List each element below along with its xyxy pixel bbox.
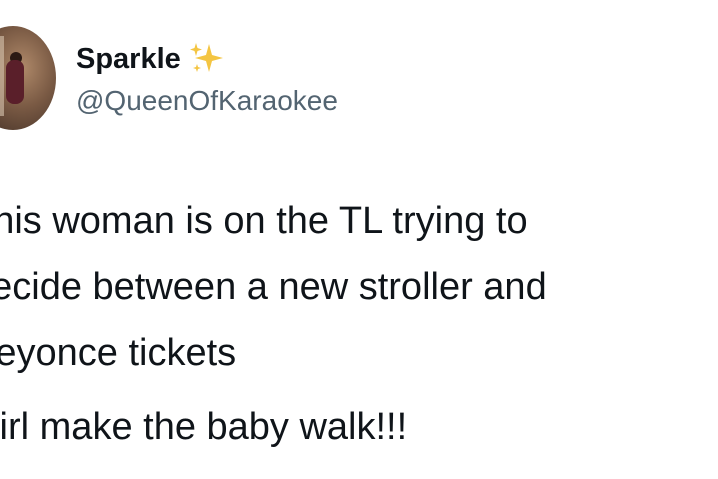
tweet-line: decide between a new stroller and	[0, 266, 547, 308]
sparkles-icon	[189, 43, 223, 72]
tweet-body: This woman is on the TL trying to decide…	[0, 188, 718, 386]
tweet-card: Sparkle @QueenOfKaraokee This woman is o…	[0, 0, 718, 479]
tweet-line: Beyonce tickets	[0, 332, 237, 374]
display-name[interactable]: Sparkle	[76, 41, 181, 77]
author-handle[interactable]: @QueenOfKaraokee	[76, 84, 338, 118]
avatar[interactable]	[0, 26, 56, 130]
author-name-row[interactable]: Sparkle	[76, 40, 225, 78]
avatar-background	[0, 36, 4, 116]
tweet-line: This woman is on the TL trying to	[0, 200, 528, 242]
avatar-figure	[6, 60, 24, 104]
tweet-second-paragraph: Girl make the baby walk!!!	[0, 406, 408, 448]
